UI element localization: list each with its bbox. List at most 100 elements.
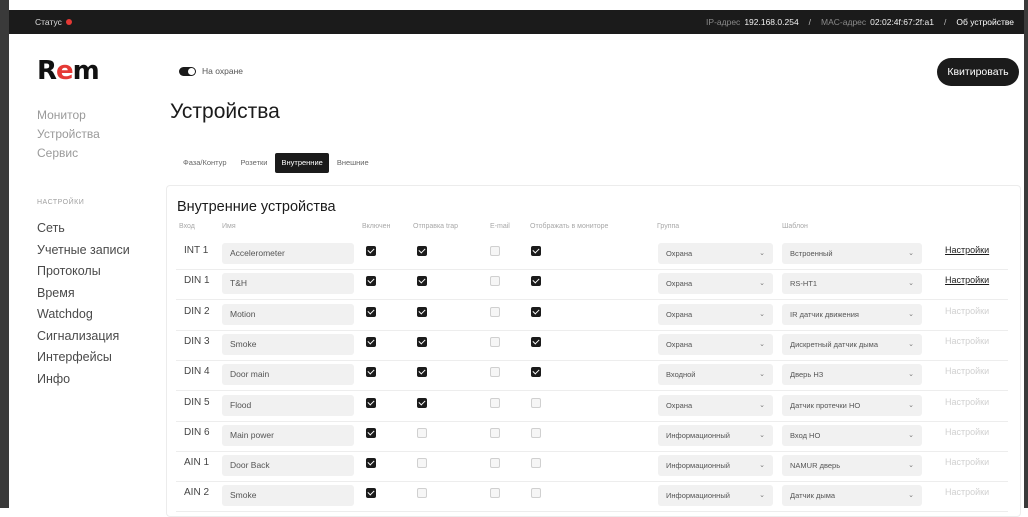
nav-item-service[interactable]: Сервис <box>37 144 100 163</box>
template-value: IR датчик движения <box>790 309 859 319</box>
nav-item-accounts[interactable]: Учетные записи <box>37 240 130 262</box>
template-select[interactable]: RS-HT1 ⌄ <box>782 273 922 295</box>
template-value: Датчик дыма <box>790 491 836 501</box>
chevron-down-icon: ⌄ <box>759 310 765 318</box>
group-select[interactable]: Информационный ⌄ <box>658 485 773 507</box>
enabled-checkbox[interactable] <box>366 367 376 378</box>
monitor-checkbox[interactable] <box>531 488 541 499</box>
name-field[interactable]: Flood <box>222 394 354 416</box>
group-select[interactable]: Охрана ⌄ <box>658 394 773 416</box>
section-title: Внутренние устройства <box>177 199 336 215</box>
email-checkbox[interactable] <box>490 367 500 378</box>
trap-checkbox[interactable] <box>417 276 427 287</box>
email-checkbox[interactable] <box>490 427 500 438</box>
nav-item-interfaces[interactable]: Интерфейсы <box>37 347 130 369</box>
nav-item-protocols[interactable]: Протоколы <box>37 261 130 283</box>
monitor-checkbox[interactable] <box>531 397 541 408</box>
monitor-checkbox[interactable] <box>531 367 541 378</box>
col-header-trap: Отправка trap <box>413 223 459 230</box>
input-id: DIN 2 <box>184 305 210 317</box>
group-value: Охрана <box>666 249 693 258</box>
group-value: Охрана <box>666 309 693 319</box>
enabled-checkbox[interactable] <box>366 458 376 469</box>
name-field[interactable]: Motion <box>222 303 354 325</box>
nav-item-info[interactable]: Инфо <box>37 369 130 391</box>
template-select[interactable]: Датчик протечки НО ⌄ <box>782 394 922 416</box>
tab-internal[interactable]: Внутренние <box>275 153 329 173</box>
template-select[interactable]: Датчик дыма ⌄ <box>782 485 922 507</box>
group-select[interactable]: Охрана ⌄ <box>658 243 773 264</box>
email-checkbox[interactable] <box>490 488 500 499</box>
name-field[interactable]: T&H <box>222 273 354 295</box>
trap-checkbox[interactable] <box>417 336 427 347</box>
enabled-checkbox[interactable] <box>366 336 376 347</box>
enabled-checkbox[interactable] <box>366 427 376 438</box>
nav-item-time[interactable]: Время <box>37 283 130 305</box>
chevron-down-icon: ⌄ <box>908 401 914 409</box>
template-select[interactable]: NAMUR дверь ⌄ <box>782 455 922 477</box>
trap-checkbox[interactable] <box>417 427 427 438</box>
enabled-checkbox[interactable] <box>366 276 376 287</box>
frame-edge <box>0 0 9 508</box>
group-select[interactable]: Информационный ⌄ <box>658 455 773 477</box>
monitor-checkbox[interactable] <box>531 306 541 317</box>
template-select[interactable]: Дискретный датчик дыма ⌄ <box>782 333 922 355</box>
monitor-checkbox[interactable] <box>531 336 541 347</box>
top-bar: Статус IP-адрес 192.168.0.254 / MAC-адре… <box>9 10 1024 34</box>
template-select[interactable]: Встроенный ⌄ <box>782 243 922 264</box>
rem-logo[interactable]: Rem <box>37 56 100 86</box>
nav-item-devices[interactable]: Устройства <box>37 125 100 144</box>
email-checkbox[interactable] <box>490 246 500 256</box>
group-select[interactable]: Охрана ⌄ <box>658 333 773 355</box>
email-checkbox[interactable] <box>490 397 500 408</box>
template-select[interactable]: Дверь НЗ ⌄ <box>782 364 922 386</box>
monitor-checkbox[interactable] <box>531 458 541 469</box>
monitor-checkbox[interactable] <box>531 246 541 256</box>
about-device-link[interactable]: Об устройстве <box>956 17 1014 27</box>
name-field[interactable]: Smoke <box>222 333 354 355</box>
enabled-checkbox[interactable] <box>366 246 376 256</box>
group-select[interactable]: Входной ⌄ <box>658 364 773 386</box>
group-value: Информационный <box>666 461 730 471</box>
trap-checkbox[interactable] <box>417 458 427 469</box>
nav-item-watchdog[interactable]: Watchdog <box>37 304 130 326</box>
acknowledge-button[interactable]: Квитировать <box>937 58 1019 86</box>
group-select[interactable]: Охрана ⌄ <box>658 303 773 325</box>
settings-link[interactable]: Настройки <box>945 245 989 255</box>
chevron-down-icon: ⌄ <box>759 492 765 500</box>
name-field[interactable]: Main power <box>222 424 354 446</box>
trap-checkbox[interactable] <box>417 488 427 499</box>
monitor-checkbox[interactable] <box>531 427 541 438</box>
settings-link[interactable]: Настройки <box>945 275 989 285</box>
enabled-checkbox[interactable] <box>366 488 376 499</box>
tab-external[interactable]: Внешние <box>331 153 375 173</box>
name-field[interactable]: Door Back <box>222 455 354 477</box>
email-checkbox[interactable] <box>490 336 500 347</box>
trap-checkbox[interactable] <box>417 367 427 378</box>
nav-item-alarm[interactable]: Сигнализация <box>37 326 130 348</box>
name-field[interactable]: Accelerometer <box>222 243 354 264</box>
email-checkbox[interactable] <box>490 306 500 317</box>
enabled-checkbox[interactable] <box>366 306 376 317</box>
nav-item-monitor[interactable]: Монитор <box>37 106 100 125</box>
trap-checkbox[interactable] <box>417 306 427 317</box>
name-field[interactable]: Smoke <box>222 485 354 507</box>
trap-checkbox[interactable] <box>417 397 427 408</box>
group-select[interactable]: Информационный ⌄ <box>658 424 773 446</box>
group-value: Входной <box>666 370 696 380</box>
guard-toggle[interactable] <box>179 66 196 76</box>
email-checkbox[interactable] <box>490 458 500 469</box>
input-id: DIN 5 <box>184 396 210 408</box>
monitor-checkbox[interactable] <box>531 276 541 287</box>
page-title: Устройства <box>170 100 280 123</box>
enabled-checkbox[interactable] <box>366 397 376 408</box>
template-select[interactable]: IR датчик движения ⌄ <box>782 303 922 325</box>
tab-phase-circuit[interactable]: Фаза/Контур <box>177 153 233 173</box>
nav-item-network[interactable]: Сеть <box>37 218 130 240</box>
email-checkbox[interactable] <box>490 276 500 287</box>
template-select[interactable]: Вход НО ⌄ <box>782 424 922 446</box>
tab-sockets[interactable]: Розетки <box>235 153 274 173</box>
name-field[interactable]: Door main <box>222 364 354 386</box>
trap-checkbox[interactable] <box>417 246 427 256</box>
group-select[interactable]: Охрана ⌄ <box>658 273 773 295</box>
